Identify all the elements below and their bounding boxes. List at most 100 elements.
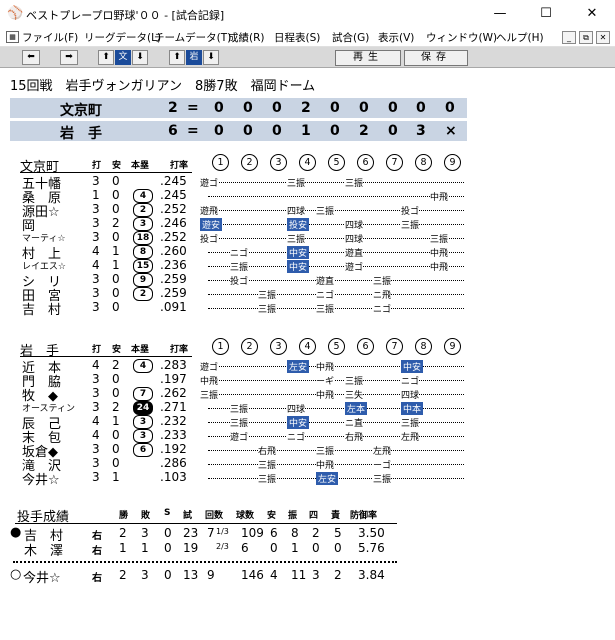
away-at-bat-result: ニゴ [373, 302, 392, 315]
away-at-bat-result: 遊ゴ [200, 176, 219, 189]
home-player-h: 0 [112, 456, 120, 470]
game-record-panel: 15回戦 岩手ヴォンガリアン 8勝7敗 福岡ドーム 文京町 2 = 000200… [0, 68, 615, 640]
home-result-leader [208, 366, 464, 367]
pitcher-stat: 6 [241, 541, 249, 555]
save-button[interactable]: 保存 [404, 50, 468, 66]
home-inning-header-1: 1 [212, 338, 229, 355]
pitching-col-header: 安 [267, 511, 277, 521]
pitcher-stat: 4 [270, 568, 278, 582]
away-player-ab: 4 [92, 244, 100, 258]
menu-help[interactable]: ヘルプ(H) [496, 30, 544, 45]
menu-window[interactable]: ウィンドウ(W) [426, 30, 497, 45]
prev-game-button[interactable]: ⬅ [22, 50, 40, 65]
menu-stats[interactable]: 成績(R) [228, 30, 265, 45]
pitcher-stat: 109 [241, 526, 264, 540]
home-inning-8: 3 [416, 123, 426, 139]
away-at-bat-result: ニゴ [230, 246, 249, 259]
away-at-bat-result: 三振 [287, 176, 306, 189]
away-player-avg: .245 [160, 174, 187, 188]
away-inning-3: 0 [272, 100, 282, 116]
away-team-toggle[interactable]: 文 [115, 50, 131, 65]
home-down-button[interactable]: ⬇ [203, 50, 219, 65]
home-at-bat-result: 三振 [401, 416, 420, 429]
pitcher-ip-whole: 9 [207, 568, 215, 582]
away-inning-6: 0 [359, 100, 369, 116]
mdi-minimize-button[interactable]: _ [562, 31, 576, 44]
home-player-h: 0 [112, 428, 120, 442]
maximize-button[interactable]: ☐ [523, 0, 569, 28]
home-up-button[interactable]: ⬆ [169, 50, 185, 65]
away-player-ab: 4 [92, 258, 100, 272]
home-col-avg: 打率 [170, 345, 189, 355]
away-player-h: 0 [112, 272, 120, 286]
away-at-bat-result: 投ゴ [200, 232, 219, 245]
home-inning-header-6: 6 [357, 338, 374, 355]
away-player-avg: .236 [160, 258, 187, 272]
away-player-h: 0 [112, 300, 120, 314]
next-game-button[interactable]: ➡ [60, 50, 78, 65]
home-at-bat-result: ニ直 [345, 416, 364, 429]
away-at-bat-result: 投ゴ [230, 274, 249, 287]
menu-game[interactable]: 試合(G) [332, 30, 369, 45]
away-result-leader [208, 224, 464, 225]
menu-view[interactable]: 表示(V) [378, 30, 414, 45]
home-result-leader [208, 450, 464, 451]
away-inning-8: 0 [416, 100, 426, 116]
away-col-h: 安 [112, 161, 122, 171]
menu-league-data[interactable]: リーグデータ(L) [84, 30, 161, 45]
pitcher-stat: 0 [164, 526, 172, 540]
pitcher-stat: 11 [291, 568, 307, 582]
pitcher-stat: 2 [119, 568, 127, 582]
home-at-bat-result: 左飛 [401, 430, 420, 443]
away-result-leader [208, 294, 464, 295]
game-header: 15回戦 岩手ヴォンガリアン 8勝7敗 福岡ドーム [10, 79, 316, 94]
away-at-bat-result: 遊飛 [200, 204, 219, 217]
home-player-ab: 3 [92, 442, 100, 456]
home-inning-header-5: 5 [328, 338, 345, 355]
replay-button[interactable]: 再生 [335, 50, 401, 66]
away-player-rbi-badge: 3 [133, 217, 153, 231]
away-down-button[interactable]: ⬇ [132, 50, 148, 65]
minimize-button[interactable]: — [477, 0, 523, 28]
away-total: 2 [168, 100, 178, 116]
menu-file[interactable]: ファイル(F) [22, 30, 78, 45]
pitcher-hand: 右 [92, 546, 102, 557]
close-button[interactable]: ✕ [569, 0, 615, 28]
away-player-rbi-badge: 4 [133, 189, 153, 203]
pitcher-stat: 19 [183, 541, 199, 555]
menu-schedule[interactable]: 日程表(S) [274, 30, 320, 45]
home-at-bat-result: 中飛 [200, 374, 219, 387]
pitcher-stat: 0 [164, 541, 172, 555]
away-at-bat-result: 四球 [345, 218, 364, 231]
away-player-avg: .259 [160, 272, 187, 286]
home-player-avg: .271 [160, 400, 187, 414]
home-player-avg: .233 [160, 428, 187, 442]
away-inning-header-3: 3 [270, 154, 287, 171]
home-at-bat-result: 右飛 [345, 430, 364, 443]
home-player-avg: .262 [160, 386, 187, 400]
away-player-rbi-badge: 2 [133, 287, 153, 301]
away-player-h: 2 [112, 216, 120, 230]
mdi-restore-button[interactable]: ⧉ [579, 31, 593, 44]
away-player-rbi-badge: 15 [133, 259, 153, 273]
away-result-leader [208, 210, 464, 211]
home-at-bat-result: 左本 [345, 402, 368, 415]
pitcher-stat: 0 [334, 541, 342, 555]
title-bar: ⚾ ベストプレープロ野球'００ - [試合記録] — ☐ ✕ [0, 0, 615, 28]
away-inning-4: 2 [301, 100, 311, 116]
home-inning-3: 0 [272, 123, 282, 139]
mdi-close-button[interactable]: ✕ [596, 31, 610, 44]
home-player-h: 0 [112, 386, 120, 400]
home-inning-1: 0 [214, 123, 224, 139]
home-team-toggle[interactable]: 岩 [186, 50, 202, 65]
away-at-bat-result: ニゴ [316, 288, 335, 301]
pitcher-stat: 1 [291, 541, 299, 555]
away-player-h: 0 [112, 230, 120, 244]
home-eq: = [187, 123, 199, 139]
home-at-bat-result: ーゴ [373, 458, 392, 471]
pitcher-ip-fraction: 1/3 [216, 527, 229, 536]
document-icon[interactable]: ▦ [6, 31, 19, 43]
menu-team-data[interactable]: チームデータ(T) [154, 30, 231, 45]
home-col-rbi: 本塁 [131, 345, 150, 355]
away-up-button[interactable]: ⬆ [98, 50, 114, 65]
